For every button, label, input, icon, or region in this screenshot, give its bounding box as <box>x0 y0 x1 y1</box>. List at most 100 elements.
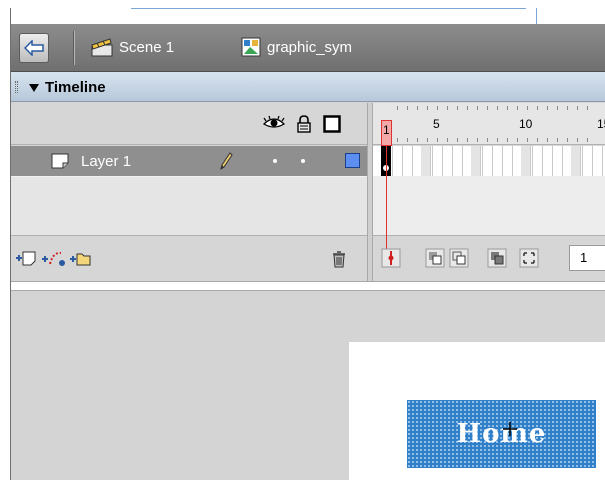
graphic-symbol-icon <box>241 37 261 57</box>
playhead[interactable]: 1 <box>381 120 392 146</box>
ruler-tick <box>487 106 488 110</box>
ruler-tick <box>517 138 518 142</box>
layer-outline-color[interactable] <box>345 153 360 168</box>
ruler-tick <box>447 138 448 142</box>
panel-grip[interactable] <box>15 81 18 93</box>
frame-buttons: 1 <box>373 236 605 281</box>
collapse-triangle-icon <box>29 83 39 92</box>
current-frame-field: 1 <box>569 245 605 271</box>
frame-cell-5[interactable] <box>421 146 431 176</box>
selection-line <box>131 8 526 9</box>
home-graphic[interactable]: Home <box>407 400 596 468</box>
ruler-tick <box>587 138 588 142</box>
back-button[interactable] <box>19 33 49 63</box>
frames-panel: 5 10 15 1 <box>373 103 605 281</box>
trash-icon[interactable] <box>331 250 347 271</box>
pencil-icon <box>219 152 233 173</box>
ruler-tick <box>577 106 578 110</box>
layer-frames-row[interactable] <box>373 146 605 176</box>
ruler-tick <box>507 106 508 110</box>
stage-canvas[interactable]: Home <box>349 342 605 480</box>
stage-area: Home <box>11 291 605 480</box>
registration-crosshair-icon <box>503 422 517 436</box>
ruler-tick <box>577 138 578 142</box>
ruler-tick <box>417 106 418 110</box>
ruler-tick <box>437 138 438 142</box>
onion-skin-icon[interactable] <box>425 248 445 268</box>
add-motion-guide-icon[interactable] <box>41 250 67 269</box>
ruler-tick <box>537 106 538 110</box>
edit-bar-separator <box>73 31 75 65</box>
ruler-tick <box>477 106 478 110</box>
ruler-tick <box>407 138 408 142</box>
ruler-tick <box>527 138 528 142</box>
timeline-header[interactable]: Timeline <box>11 72 605 102</box>
scene-clapper-icon <box>91 38 113 57</box>
breadcrumb-symbol-label: graphic_sym <box>267 38 353 56</box>
ruler-tick <box>427 138 428 142</box>
ruler-tick <box>507 138 508 142</box>
ruler-tick <box>417 138 418 142</box>
ruler-tick <box>527 106 528 110</box>
ruler-tick <box>547 138 548 142</box>
frames-empty-area <box>373 176 605 236</box>
playhead-frame-label: 1 <box>383 123 390 137</box>
show-hide-eye-icon[interactable] <box>262 115 286 134</box>
timeline-title[interactable]: Timeline <box>29 79 106 96</box>
layer-page-icon <box>51 153 69 172</box>
breadcrumb-scene[interactable]: Scene 1 <box>91 37 174 57</box>
frame-ruler[interactable]: 5 10 15 <box>373 103 605 145</box>
ruler-tick <box>537 138 538 142</box>
visibility-dot[interactable] <box>273 159 277 163</box>
empty-layer-area <box>11 176 367 236</box>
home-graphic-label: Home <box>456 419 547 449</box>
ruler-tick <box>517 106 518 110</box>
frame-cell-10[interactable] <box>471 146 481 176</box>
layer-name[interactable]: Layer 1 <box>81 153 131 170</box>
edit-multiple-frames-icon[interactable] <box>487 248 507 268</box>
lock-dot[interactable] <box>301 159 305 163</box>
timeline-body: Layer 1 5 10 1 1 1 <box>11 103 605 281</box>
ruler-tick <box>497 106 498 110</box>
ruler-tick <box>427 106 428 110</box>
layer-buttons <box>11 236 367 281</box>
ruler-tick <box>497 138 498 142</box>
back-arrow-icon <box>24 40 44 56</box>
selection-tick <box>536 8 537 24</box>
ruler-tick <box>437 106 438 110</box>
ruler-tick <box>567 138 568 142</box>
ruler-label: 5 <box>433 117 440 131</box>
ruler-tick <box>407 106 408 110</box>
outline-icon[interactable] <box>323 115 341 136</box>
lock-icon[interactable] <box>296 115 312 136</box>
breadcrumb-scene-label: Scene 1 <box>119 38 175 56</box>
ruler-tick <box>457 106 458 110</box>
flash-window: Scene 1 graphic_sym Timeline Layer 1 5 1… <box>10 8 605 480</box>
insert-folder-icon[interactable] <box>69 250 91 269</box>
frame-cell-15[interactable] <box>521 146 531 176</box>
ruler-tick <box>557 138 558 142</box>
insert-layer-icon[interactable] <box>15 250 37 269</box>
ruler-tick <box>487 138 488 142</box>
breadcrumb-symbol[interactable]: graphic_sym <box>241 37 352 57</box>
ruler-tick <box>457 138 458 142</box>
ruler-label: 10 <box>519 117 533 131</box>
center-frame-icon[interactable] <box>381 248 401 268</box>
ruler-label: 15 <box>597 117 605 131</box>
ruler-tick <box>587 106 588 110</box>
ruler-tick <box>567 106 568 110</box>
layer-panel: Layer 1 <box>11 103 367 281</box>
ruler-tick <box>397 138 398 142</box>
stage-separator <box>11 281 605 291</box>
onion-skin-outlines-icon[interactable] <box>449 248 469 268</box>
top-strip <box>11 8 605 24</box>
ruler-tick <box>547 106 548 110</box>
edit-bar: Scene 1 graphic_sym <box>11 24 605 72</box>
ruler-tick <box>397 106 398 110</box>
frame-cell-20[interactable] <box>571 146 581 176</box>
layer-row[interactable]: Layer 1 <box>11 146 367 176</box>
timeline-title-label: Timeline <box>45 79 106 96</box>
ruler-tick <box>477 138 478 142</box>
modify-onion-markers-icon[interactable] <box>519 248 539 268</box>
ruler-tick <box>467 138 468 142</box>
